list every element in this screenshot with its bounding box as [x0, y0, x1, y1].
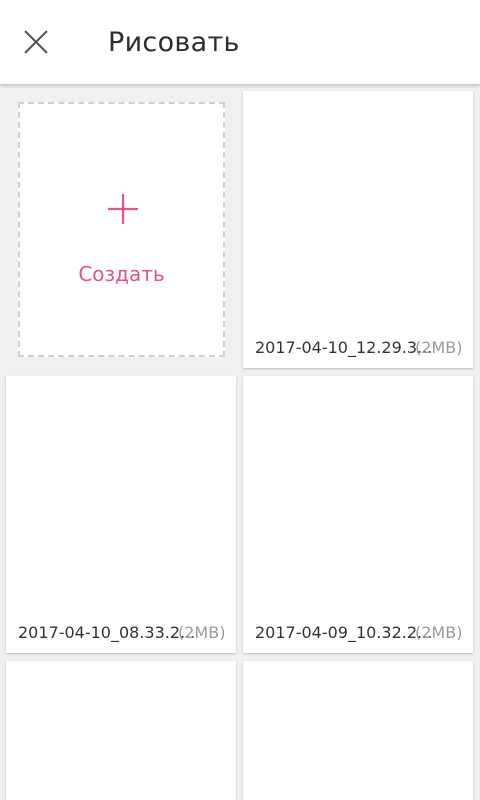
plus-icon [108, 194, 138, 224]
drawing-caption: 2017-04-10_12.29.3... (2MB) [255, 337, 461, 359]
drawing-name: 2017-04-10_12.29.3... [255, 338, 433, 357]
top-app-bar: Рисовать [0, 0, 480, 84]
create-label: Создать [78, 262, 165, 286]
drawing-card[interactable] [6, 661, 236, 800]
drawing-name: 2017-04-10_08.33.2... [18, 623, 196, 642]
page-title: Рисовать [108, 27, 240, 58]
drawing-size: (2MB) [178, 623, 224, 642]
drawing-name: 2017-04-09_10.32.2... [255, 623, 433, 642]
create-drawing-button[interactable]: Создать [18, 102, 225, 357]
close-icon [24, 30, 48, 54]
drawing-size: (2MB) [415, 623, 461, 642]
drawing-caption: 2017-04-10_08.33.2... (2MB) [18, 622, 224, 644]
drawing-gallery-screen: Рисовать Создать 2017-04-10_12.29.3... (… [0, 0, 480, 800]
drawing-card[interactable]: 2017-04-10_12.29.3... (2MB) [243, 91, 473, 368]
drawing-card[interactable]: 2017-04-09_10.32.2... (2MB) [243, 376, 473, 653]
drawing-caption [255, 790, 461, 800]
drawing-caption [18, 790, 224, 800]
drawing-caption: 2017-04-09_10.32.2... (2MB) [255, 622, 461, 644]
drawing-card[interactable]: 2017-04-10_08.33.2... (2MB) [6, 376, 236, 653]
close-button[interactable] [14, 22, 58, 62]
drawing-card[interactable] [243, 661, 473, 800]
drawing-size: (2MB) [415, 338, 461, 357]
